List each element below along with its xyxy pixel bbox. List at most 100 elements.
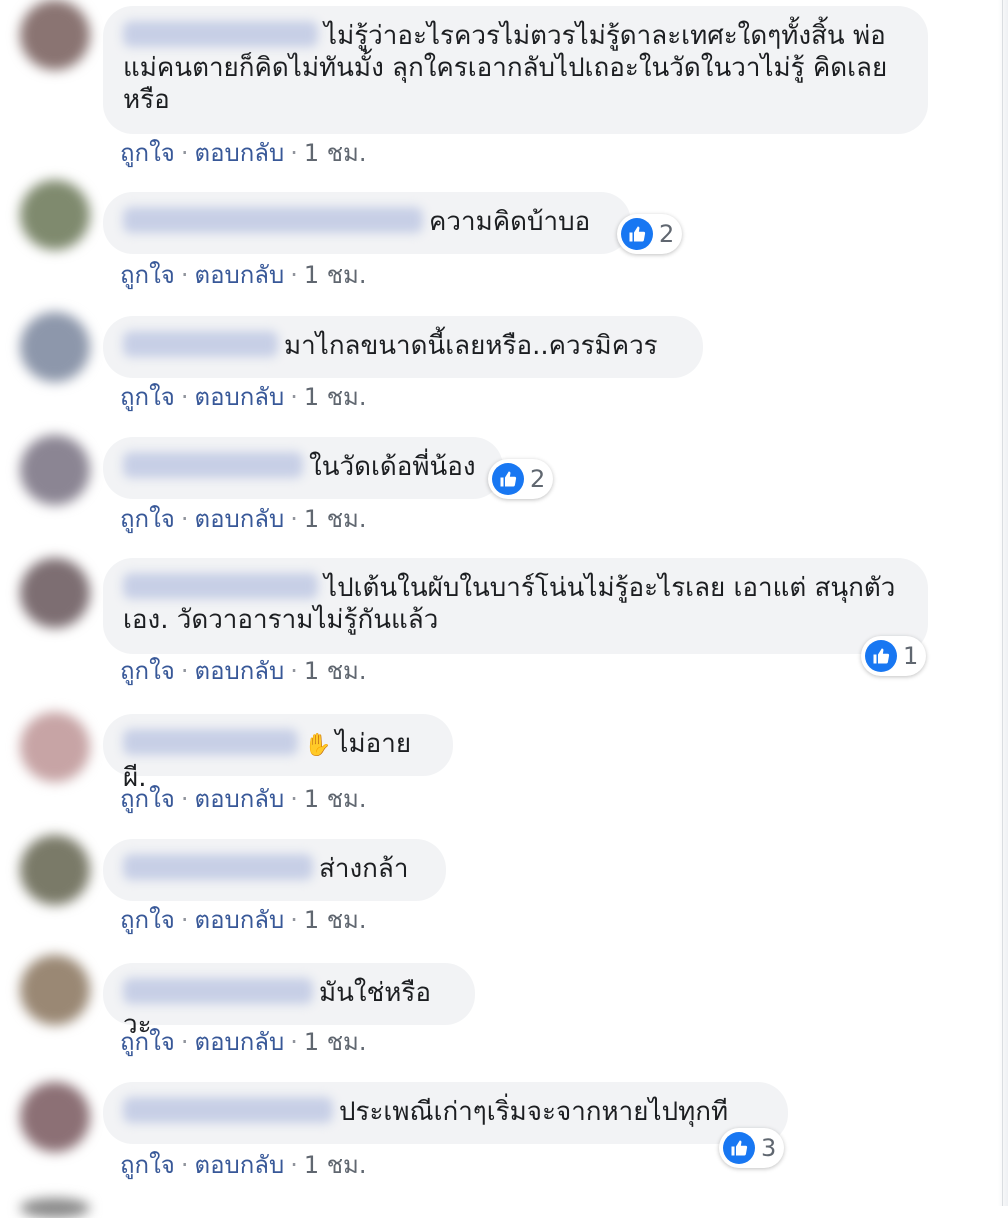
commenter-name[interactable] xyxy=(123,20,318,47)
separator: · xyxy=(180,139,189,167)
comment-bubble: ไปเต้นในผับในบาร์โน่นไม่รู้อะไรเลย เอาแต… xyxy=(103,558,928,654)
timestamp[interactable]: 1 ชม. xyxy=(304,657,367,685)
separator: · xyxy=(290,383,298,411)
comment-actions: ถูกใจ · ตอบกลับ · 1 ชม. xyxy=(120,784,366,814)
timestamp[interactable]: 1 ชม. xyxy=(304,1151,367,1179)
comment-actions: ถูกใจ · ตอบกลับ · 1 ชม. xyxy=(120,905,366,935)
reply-link[interactable]: ตอบกลับ xyxy=(194,139,284,167)
timestamp[interactable]: 1 ชม. xyxy=(304,139,367,167)
reaction-number: 2 xyxy=(530,465,546,493)
commenter-name[interactable] xyxy=(123,977,313,1004)
avatar[interactable] xyxy=(20,955,90,1025)
like-link[interactable]: ถูกใจ xyxy=(120,1151,175,1179)
separator: · xyxy=(290,139,298,167)
comment-text: มาไกลขนาดนี้เลยหรือ..ควรมิควร xyxy=(284,331,658,361)
reply-link[interactable]: ตอบกลับ xyxy=(194,1151,284,1179)
like-link[interactable]: ถูกใจ xyxy=(120,1028,175,1056)
separator: · xyxy=(180,261,189,289)
reply-link[interactable]: ตอบกลับ xyxy=(194,383,284,411)
reaction-count[interactable]: 1 xyxy=(861,636,927,676)
reply-link[interactable]: ตอบกลับ xyxy=(194,1028,284,1056)
comment-actions: ถูกใจ · ตอบกลับ · 1 ชม. xyxy=(120,260,366,290)
comment-actions: ถูกใจ · ตอบกลับ · 1 ชม. xyxy=(120,138,366,168)
separator: · xyxy=(290,1028,298,1056)
separator: · xyxy=(290,505,298,533)
separator: · xyxy=(290,785,298,813)
comment-text: ส่างกล้า xyxy=(319,854,409,884)
reaction-number: 3 xyxy=(761,1134,777,1162)
comment-bubble: ในวัดเด้อพี่น้อง xyxy=(103,437,503,499)
avatar[interactable] xyxy=(20,0,90,70)
separator: · xyxy=(180,505,189,533)
like-link[interactable]: ถูกใจ xyxy=(120,261,175,289)
reply-link[interactable]: ตอบกลับ xyxy=(194,657,284,685)
separator: · xyxy=(180,906,189,934)
commenter-name[interactable] xyxy=(123,330,278,357)
like-link[interactable]: ถูกใจ xyxy=(120,139,175,167)
like-link[interactable]: ถูกใจ xyxy=(120,906,175,934)
reaction-count[interactable]: 2 xyxy=(617,214,683,254)
avatar[interactable] xyxy=(20,835,90,905)
reply-link[interactable]: ตอบกลับ xyxy=(194,505,284,533)
separator: · xyxy=(290,261,298,289)
scrollbar-edge[interactable] xyxy=(998,0,1008,1206)
thumbs-up-icon xyxy=(865,640,897,672)
reply-link[interactable]: ตอบกลับ xyxy=(194,785,284,813)
commenter-name[interactable] xyxy=(123,572,318,599)
separator: · xyxy=(290,906,298,934)
reaction-count[interactable]: 2 xyxy=(488,459,554,499)
separator: · xyxy=(180,657,189,685)
separator: · xyxy=(180,383,189,411)
avatar[interactable] xyxy=(20,180,90,250)
separator: · xyxy=(180,1151,189,1179)
timestamp[interactable]: 1 ชม. xyxy=(304,383,367,411)
avatar[interactable] xyxy=(20,312,90,382)
like-link[interactable]: ถูกใจ xyxy=(120,383,175,411)
timestamp[interactable]: 1 ชม. xyxy=(304,1028,367,1056)
comment-bubble: ประเพณีเก่าๆเริ่มจะจากหายไปทุกที xyxy=(103,1082,788,1144)
thumbs-up-icon xyxy=(723,1132,755,1164)
separator: · xyxy=(290,1151,298,1179)
commenter-name[interactable] xyxy=(123,206,423,233)
comment-text: ความคิดบ้าบอ xyxy=(429,207,591,237)
comment-bubble: ความคิดบ้าบอ xyxy=(103,192,631,254)
comment-text: ในวัดเด้อพี่น้อง xyxy=(309,452,476,482)
comment-actions: ถูกใจ · ตอบกลับ · 1 ชม. xyxy=(120,656,366,686)
reaction-count[interactable]: 3 xyxy=(719,1128,785,1168)
comment-bubble: ✋ ไม่อายผี. xyxy=(103,714,453,793)
like-link[interactable]: ถูกใจ xyxy=(120,785,175,813)
comment-bubble: ไม่รู้ว่าอะไรควรไม่ตวรไม่รู้ดาละเทศะใดๆท… xyxy=(103,6,928,134)
commenter-name[interactable] xyxy=(123,1096,333,1123)
comment-bubble: มาไกลขนาดนี้เลยหรือ..ควรมิควร xyxy=(103,316,703,378)
avatar[interactable] xyxy=(20,712,90,782)
separator: · xyxy=(180,1028,189,1056)
commenter-name[interactable] xyxy=(123,853,313,880)
reaction-number: 1 xyxy=(903,642,919,670)
commenter-name[interactable] xyxy=(123,451,303,478)
comment-bubble: ส่างกล้า xyxy=(103,839,446,901)
timestamp[interactable]: 1 ชม. xyxy=(304,906,367,934)
avatar[interactable] xyxy=(20,1198,90,1218)
reaction-number: 2 xyxy=(659,220,675,248)
comment-text: ประเพณีเก่าๆเริ่มจะจากหายไปทุกที xyxy=(339,1097,729,1127)
timestamp[interactable]: 1 ชม. xyxy=(304,785,367,813)
comment-actions: ถูกใจ · ตอบกลับ · 1 ชม. xyxy=(120,1150,366,1180)
comment-bubble: มันใช่หรือวะ xyxy=(103,963,475,1040)
like-link[interactable]: ถูกใจ xyxy=(120,505,175,533)
commenter-name[interactable] xyxy=(123,728,298,755)
comment-actions: ถูกใจ · ตอบกลับ · 1 ชม. xyxy=(120,504,366,534)
thumbs-up-icon xyxy=(621,218,653,250)
timestamp[interactable]: 1 ชม. xyxy=(304,261,367,289)
avatar[interactable] xyxy=(20,558,90,628)
comment-actions: ถูกใจ · ตอบกลับ · 1 ชม. xyxy=(120,1027,366,1057)
reply-link[interactable]: ตอบกลับ xyxy=(194,261,284,289)
waving-hand-icon: ✋ xyxy=(304,733,332,758)
timestamp[interactable]: 1 ชม. xyxy=(304,505,367,533)
comment-actions: ถูกใจ · ตอบกลับ · 1 ชม. xyxy=(120,382,366,412)
separator: · xyxy=(290,657,298,685)
avatar[interactable] xyxy=(20,435,90,505)
like-link[interactable]: ถูกใจ xyxy=(120,657,175,685)
thumbs-up-icon xyxy=(492,463,524,495)
reply-link[interactable]: ตอบกลับ xyxy=(194,906,284,934)
avatar[interactable] xyxy=(20,1082,90,1152)
